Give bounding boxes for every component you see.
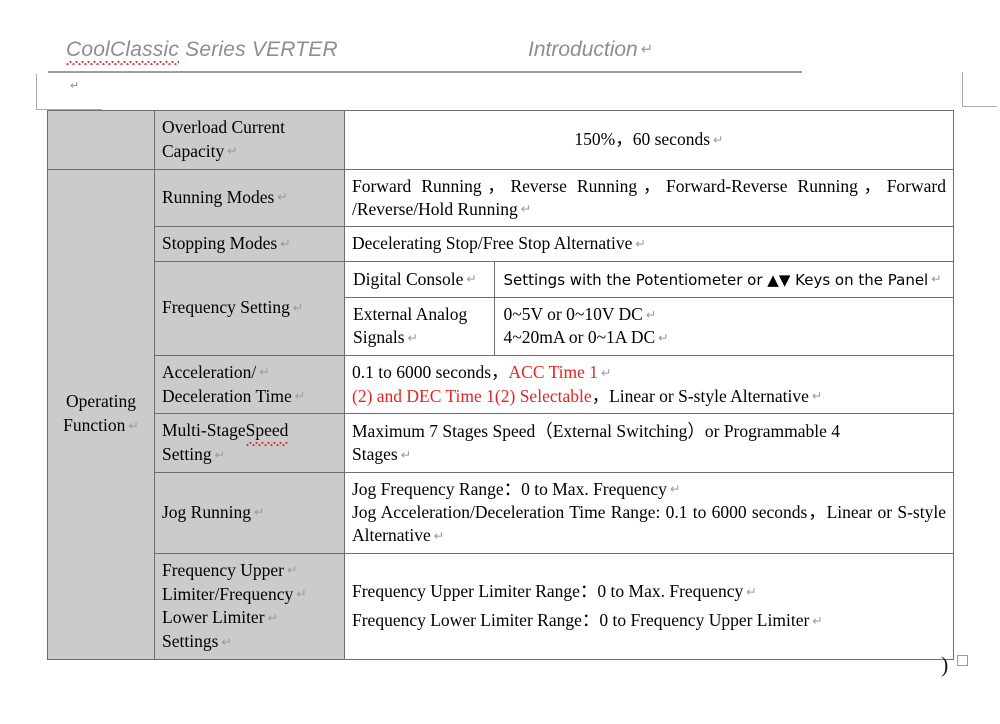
pilcrow-icon: ↵ — [286, 563, 298, 578]
pilcrow-icon: ↵ — [227, 144, 238, 159]
pilcrow-icon: ↵ — [292, 300, 304, 315]
pilcrow-icon: ↵ — [277, 190, 288, 205]
subvalue-line-2: 4~20mA or 0~1A DC ↵ — [503, 327, 669, 348]
pilcrow-icon: ↵ — [407, 330, 419, 345]
pilcrow-icon: ↵ — [267, 610, 279, 625]
row-value-stopping-modes: Decelerating Stop/Free Stop Alternative ↵ — [344, 226, 954, 262]
header-right-title: Introduction ↵ — [528, 38, 653, 62]
label-line-2: Deceleration Time ↵ — [162, 385, 306, 406]
header-left-rest: Series VERTER — [179, 38, 338, 61]
margin-crop-mark-top-left — [36, 74, 102, 110]
pilcrow-icon: ↵ — [520, 202, 532, 217]
value-line-2: Frequency Lower Limiter Range：0 to Frequ… — [352, 610, 823, 631]
row-label-running-modes: Running Modes ↵ — [154, 168, 345, 228]
red-emphasis-text: (2) and DEC Time 1(2) Selectable — [352, 385, 592, 406]
subvalue-line-1: 0~5V or 0~10V DC ↵ — [503, 304, 657, 325]
table-row: Operating Function ↵ Running Modes ↵ Forwa… — [47, 168, 954, 660]
table-row: Jog Running ↵ Jog Frequency Range：0 to Ma… — [48, 471, 954, 554]
row-label-multi-stage-speed-setting: Multi-StageSpeed Setting ↵ — [154, 413, 345, 473]
row-label-stopping-modes: Stopping Modes ↵ — [154, 226, 345, 262]
pilcrow-icon: ↵ — [931, 272, 942, 287]
row-label-frequency-limiter-settings: Frequency Upper ↵ Limiter/Frequency ↵ Lowe… — [154, 552, 345, 660]
value-line-1: Maximum 7 Stages Speed（External Switchin… — [352, 420, 840, 441]
table-row: Acceleration/↵ Deceleration Time ↵ 0.1 to… — [48, 354, 954, 415]
table-row: Stopping Modes ↵ Decelerating Stop/Free S… — [48, 226, 954, 262]
row-value-running-modes: Forward Running，Reverse Running，Forward-… — [344, 168, 954, 228]
header-divider-rule — [48, 71, 802, 73]
row-value-acceleration-deceleration-time: 0.1 to 6000 seconds，ACC Time 1 ↵ (2) and … — [344, 354, 954, 415]
value-line-1: 0.1 to 6000 seconds，ACC Time 1 ↵ — [352, 362, 612, 383]
row-label-frequency-setting: Frequency Setting ↵ — [154, 260, 345, 356]
pilcrow-icon: ↵ — [400, 447, 412, 462]
label-line-2: Setting ↵ — [162, 444, 226, 465]
group-label-operating-function: Operating Function ↵ — [47, 168, 155, 660]
value-line-2: Stages ↵ — [352, 444, 412, 465]
spellcheck-misspelled-word: Speed — [245, 419, 288, 446]
row-value-frequency-limiter-settings: Frequency Upper Limiter Range：0 to Max. … — [344, 552, 954, 660]
row-label-jog-running: Jog Running ↵ — [154, 471, 345, 554]
pilcrow-icon: ↵ — [812, 613, 823, 628]
table-row: Overload Current Capacity ↵ 150%，60 secon… — [47, 110, 954, 170]
value-line-1: Frequency Upper Limiter Range：0 to Max. … — [352, 581, 757, 602]
pilcrow-icon: ↵ — [466, 272, 477, 287]
label-line-3: Lower Limiter ↵ — [162, 607, 279, 628]
pilcrow-icon: ↵ — [746, 584, 757, 599]
table-row: Frequency Upper ↵ Limiter/Frequency ↵ Lowe… — [48, 552, 954, 660]
row-value-frequency-setting-digital: Digital Console ↵ Settings with the Poten… — [344, 260, 954, 299]
header-left-title: CoolClassic Series VERTER — [66, 38, 338, 65]
pilcrow-icon: ↵ — [645, 307, 657, 322]
value-line-1: Jog Frequency Range：0 to Max. Frequency ↵ — [352, 478, 681, 499]
pilcrow-icon: ↵ — [433, 528, 445, 543]
row-value-frequency-setting-external: External Analog Signals ↵ 0~5V or 0~10V D… — [344, 297, 954, 356]
pilcrow-icon: ↵ — [128, 418, 139, 433]
group-label-cell-empty — [47, 110, 155, 170]
row-value-jog-running: Jog Frequency Range：0 to Max. Frequency ↵… — [344, 471, 954, 554]
pilcrow-icon: ↵ — [640, 41, 654, 59]
pilcrow-icon: ↵ — [294, 389, 306, 404]
pilcrow-icon: ↵ — [259, 365, 270, 380]
pilcrow-icon: ↵ — [296, 587, 307, 601]
row-label-acceleration-deceleration-time: Acceleration/↵ Deceleration Time ↵ — [154, 354, 345, 415]
subvalue-external-analog-signals: 0~5V or 0~10V DC ↵ 4~20mA or 0~1A DC ↵ — [494, 299, 953, 355]
spellcheck-misspelled-word: CoolClassic — [66, 38, 180, 65]
pilcrow-icon: ↵ — [811, 389, 823, 404]
trailing-paren-glyph: ) — [941, 652, 949, 677]
pilcrow-icon: ↵ — [658, 330, 669, 345]
label-line-1: Multi-StageSpeed — [162, 419, 337, 446]
object-anchor-handle[interactable] — [957, 655, 968, 666]
label-line-2: Limiter/Frequency ↵ — [162, 583, 307, 604]
pilcrow-icon: ↵ — [253, 505, 265, 520]
pilcrow-icon: ↵ — [221, 634, 232, 649]
row-label-overload-current-capacity: Overload Current Capacity ↵ — [154, 110, 345, 170]
pilcrow-icon: ↵ — [601, 365, 612, 380]
row-value-overload-current-capacity: 150%，60 seconds ↵ — [344, 110, 954, 170]
sublabel-digital-console: Digital Console ↵ — [345, 262, 495, 297]
pilcrow-icon: ↵ — [669, 482, 681, 497]
margin-crop-mark-top-right — [962, 72, 997, 107]
pilcrow-icon: ↵ — [214, 447, 226, 462]
label-line-1: Frequency Upper ↵ — [162, 559, 298, 580]
header-right-text: Introduction — [528, 38, 638, 61]
label-line-1: Acceleration/↵ — [162, 361, 270, 382]
sublabel-external-analog-signals: External Analog Signals ↵ — [345, 298, 495, 355]
subvalue-digital-console: Settings with the Potentiometer or ▲▼ Ke… — [503, 270, 942, 289]
red-emphasis-text: ACC Time 1 — [508, 362, 599, 383]
page-header: CoolClassic Series VERTER Introduction ↵ … — [0, 0, 1000, 92]
label-line-4: Settings ↵ — [162, 631, 232, 652]
pilcrow-icon: ↵ — [713, 132, 724, 147]
table-row: Multi-StageSpeed Setting ↵ Maximum 7 Stag… — [48, 413, 954, 473]
value-line-2: Jog Acceleration/Deceleration Time Range… — [352, 502, 946, 546]
row-value-multi-stage-speed-setting: Maximum 7 Stages Speed（External Switchin… — [344, 413, 954, 473]
pilcrow-icon: ↵ — [635, 236, 646, 251]
table-row: Frequency Setting ↵ Digital Console ↵ Sett… — [48, 260, 954, 356]
value-line-2: (2) and DEC Time 1(2) Selectable，Linear … — [352, 385, 823, 406]
pilcrow-icon: ↵ — [280, 236, 291, 251]
specification-table: Overload Current Capacity ↵ 150%，60 secon… — [47, 110, 954, 660]
